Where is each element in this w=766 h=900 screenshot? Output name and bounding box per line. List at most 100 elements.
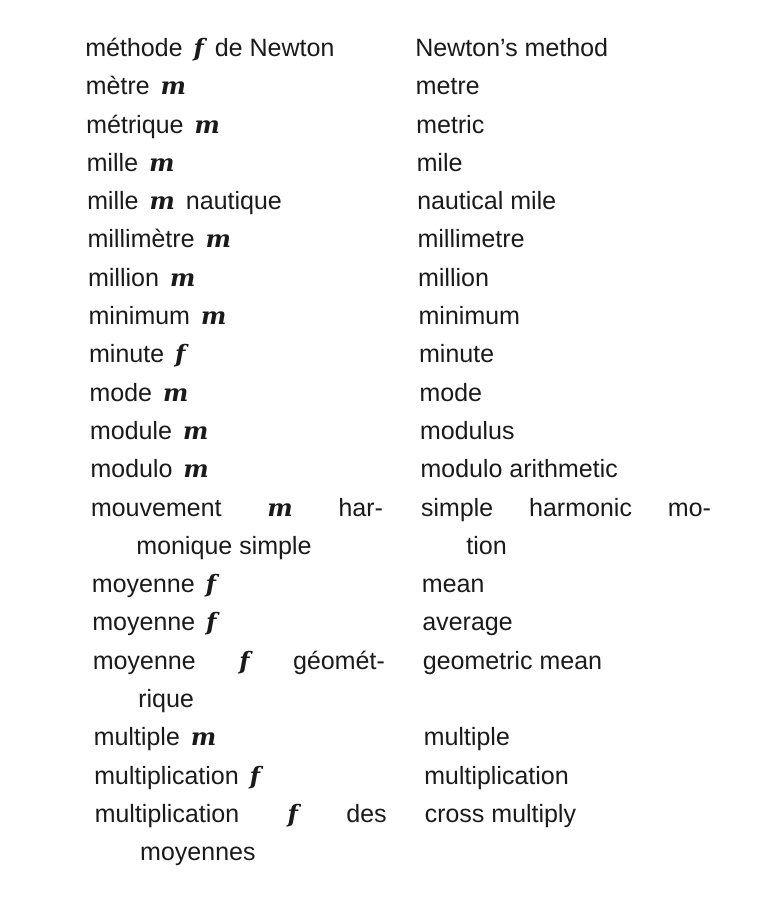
french-term-line: moyenne f <box>92 603 384 641</box>
english-term: multiple <box>423 718 713 756</box>
english-term-line: minimum <box>418 297 708 335</box>
term-word: millimètre <box>87 225 195 254</box>
glossary-entry: mode m mode <box>89 374 729 412</box>
term-word: moyenne <box>91 570 195 599</box>
english-term-line: simple harmonic mo- <box>421 489 711 527</box>
english-term: mile <box>416 144 706 182</box>
french-term: million m <box>88 259 380 297</box>
english-text: mean <box>421 570 485 599</box>
french-term-line: méthode f de Newton <box>85 29 377 67</box>
term-word: million <box>87 263 160 292</box>
french-term: mille m <box>86 144 378 182</box>
gender-marker: m <box>200 301 227 331</box>
french-term: mode m <box>89 374 381 412</box>
english-term-line: multiple <box>423 718 713 756</box>
french-term-line: mode m <box>89 374 381 412</box>
glossary-list: méthode f de Newton Newton’s method mètre … <box>85 29 735 872</box>
english-term-continuation: tion <box>466 531 507 560</box>
english-term-line: multiplication <box>424 757 714 795</box>
term-qualifier: de Newton <box>214 34 335 62</box>
english-term: multiplication <box>424 757 714 795</box>
english-text: metric <box>415 110 485 139</box>
term-word: moyenne <box>92 646 196 675</box>
english-term: modulo arithmetic <box>420 450 710 488</box>
english-text: modulus <box>419 416 515 445</box>
french-term-line: mètre m <box>85 67 377 105</box>
term-word: multiplication <box>94 799 240 828</box>
french-term-line: métrique m <box>86 106 378 144</box>
gender-marker: f <box>205 607 217 637</box>
english-term: millimetre <box>417 220 707 258</box>
english-term: Newton’s method <box>415 29 705 67</box>
english-term-line: metric <box>416 106 706 144</box>
french-term: minimum m <box>88 297 380 335</box>
gender-marker: f <box>193 33 204 62</box>
english-term-line: metre <box>415 67 705 105</box>
english-term-line: minute <box>419 335 709 373</box>
glossary-entry: mille m nautique nautical mile <box>87 182 727 220</box>
gender-marker: m <box>160 71 187 101</box>
gender-marker: f <box>238 645 250 675</box>
gender-marker: m <box>162 377 189 407</box>
glossary-entry: multiple m multiple <box>93 718 733 756</box>
french-term: modulo m <box>90 450 382 488</box>
english-term-line: mile <box>416 144 706 182</box>
english-term: million <box>418 259 708 297</box>
french-term-continuation: rique <box>138 685 194 714</box>
english-term: metre <box>415 67 705 105</box>
english-term-line: millimetre <box>417 220 707 258</box>
english-term: metric <box>416 106 706 144</box>
glossary-entry: million m million <box>88 259 728 297</box>
gender-marker: m <box>149 186 176 216</box>
french-term-line: modulo m <box>90 450 382 488</box>
english-term-line: average <box>422 603 712 641</box>
glossary-entry: minute f minute <box>89 335 729 373</box>
french-term: multiplication f <box>94 757 386 795</box>
gender-marker: m <box>182 415 209 445</box>
term-word: multiple <box>93 723 180 752</box>
french-term-line: million m <box>88 259 380 297</box>
term-word: mètre <box>85 72 150 101</box>
french-term: moyenne f géomét-rique <box>92 642 385 719</box>
term-word: minute <box>88 340 165 369</box>
term-word: mouvement <box>90 493 222 522</box>
english-term: mean <box>422 565 712 603</box>
french-term-line: module m <box>90 412 382 450</box>
glossary-entry: minimum m minimum <box>88 297 728 335</box>
english-text: mile <box>416 148 463 177</box>
english-text: minimum <box>418 302 521 331</box>
gender-marker: m <box>267 492 293 522</box>
english-text: metre <box>415 72 480 101</box>
french-term-line: millimètre m <box>87 220 379 258</box>
english-term-line: modulo arithmetic <box>420 450 710 488</box>
english-text: cross multiply <box>424 799 577 828</box>
gender-marker: m <box>190 722 217 752</box>
term-qualifier: des <box>346 799 387 828</box>
glossary-entry: mouvement m har-monique simple simple har… <box>91 489 732 566</box>
french-term: métrique m <box>86 106 378 144</box>
gender-marker: f <box>287 798 299 828</box>
english-text: nautical mile <box>416 187 557 216</box>
term-word: minimum <box>88 302 191 331</box>
french-term: mille m nautique <box>87 182 379 220</box>
english-text: mode <box>419 378 483 407</box>
french-term-line: minute f <box>89 335 381 373</box>
french-term-line: multiplication f <box>94 757 386 795</box>
french-term-line: multiple m <box>93 718 385 756</box>
french-term-line: moyenne f <box>92 565 384 603</box>
french-term-continuation: monique simple <box>136 531 312 560</box>
glossary-entry: multiplication f des moyennes cross multip… <box>94 795 735 872</box>
english-term: minute <box>419 335 709 373</box>
english-text: geometric mean <box>422 646 603 675</box>
gender-marker: m <box>183 454 209 484</box>
french-term: moyenne f <box>92 565 384 603</box>
french-term-continuation: moyennes <box>139 838 256 867</box>
english-term-line: Newton’s method <box>415 29 705 67</box>
gender-marker: m <box>194 109 220 139</box>
english-text: average <box>422 608 513 637</box>
term-word: multiplication <box>93 761 239 790</box>
french-term: moyenne f <box>92 603 384 641</box>
term-word: moyenne <box>92 608 196 637</box>
french-term: millimètre m <box>87 220 379 258</box>
gender-marker: m <box>169 262 196 292</box>
